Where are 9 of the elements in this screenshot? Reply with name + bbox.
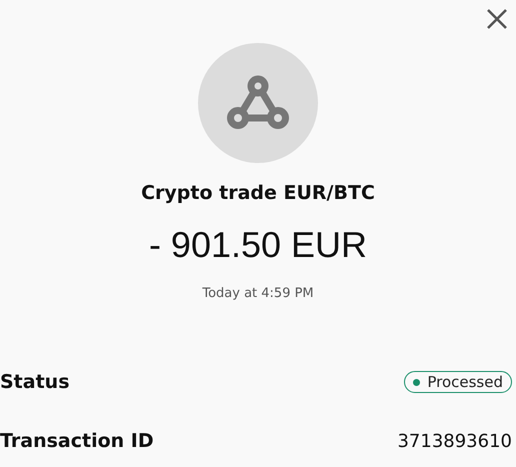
detail-label: Status xyxy=(0,371,70,393)
status-badge: Processed xyxy=(404,371,512,393)
detail-value: 3713893610 xyxy=(397,430,512,452)
amount: - 901.50 EUR xyxy=(148,224,368,266)
timestamp: Today at 4:59 PM xyxy=(202,286,314,301)
transaction-title: Crypto trade EUR/BTC xyxy=(141,182,375,204)
network-icon xyxy=(227,75,289,131)
status-dot xyxy=(413,378,420,386)
detail-label: Transaction ID xyxy=(0,430,154,452)
